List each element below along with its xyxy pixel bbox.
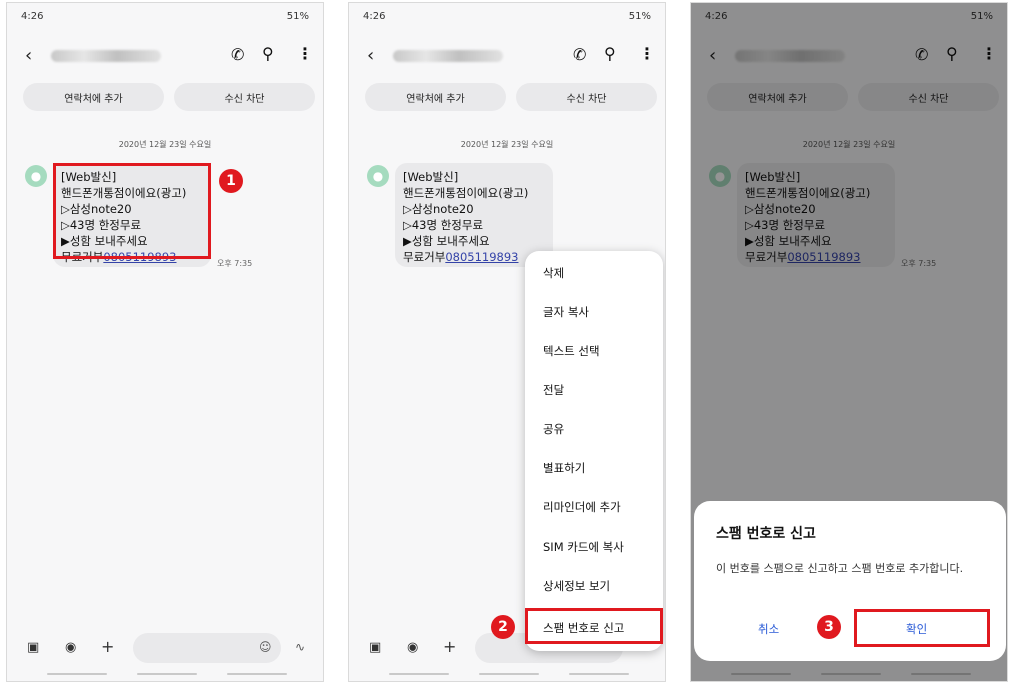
menu-item-forward[interactable]: 전달 — [543, 382, 564, 398]
status-time: 4:26 — [363, 11, 386, 22]
action-buttons: 연락처에 추가 수신 차단 — [23, 83, 315, 111]
add-contact-button[interactable]: 연락처에 추가 — [365, 83, 506, 111]
blurred-sender-name — [51, 50, 161, 62]
message-bubble[interactable]: [Web발신] 핸드폰개통점이에요(광고) ▷삼성note20 ▷43명 한정무… — [395, 163, 553, 267]
cancel-button[interactable]: 취소 — [758, 621, 779, 637]
highlight-box-3 — [854, 609, 990, 647]
search-icon[interactable]: ⚲ — [604, 44, 616, 63]
more-icon[interactable]: ⋮ — [639, 44, 655, 63]
nav-bar — [227, 673, 287, 675]
status-battery: 51% — [286, 11, 309, 22]
dialog-title: 스팸 번호로 신고 — [716, 526, 816, 542]
message-line: [Web발신] — [403, 170, 459, 184]
camera-icon[interactable]: ◉ — [407, 640, 418, 655]
message-line: ▶성함 보내주세요 — [403, 234, 490, 248]
message-line: 핸드폰개통점이에요(광고) — [403, 186, 529, 200]
search-icon[interactable]: ⚲ — [262, 44, 274, 63]
message-composer: ▣ ◉ + ☺ ∿ — [7, 631, 323, 665]
context-menu: 삭제 글자 복사 텍스트 선택 전달 공유 별표하기 리마인더에 추가 SIM … — [525, 251, 663, 651]
step-badge-3: 3 — [817, 615, 841, 639]
nav-bar — [47, 673, 107, 675]
back-icon[interactable]: ‹ — [25, 45, 32, 66]
back-icon[interactable]: ‹ — [367, 45, 374, 66]
optout-number-link[interactable]: 0805119893 — [445, 250, 518, 264]
action-buttons: 연락처에 추가 수신 차단 — [365, 83, 657, 111]
menu-item-delete[interactable]: 삭제 — [543, 265, 564, 281]
camera-icon[interactable]: ◉ — [65, 640, 76, 655]
message-line: ▷삼성note20 — [403, 202, 474, 216]
plus-icon[interactable]: + — [443, 637, 456, 656]
menu-item-add-reminder[interactable]: 리마인더에 추가 — [543, 499, 621, 515]
app-bar: ‹ ✆ ⚲ ⋮ — [7, 41, 323, 71]
voice-icon[interactable]: ∿ — [295, 640, 305, 654]
emoji-icon[interactable]: ☺ — [259, 640, 272, 654]
menu-item-select-text[interactable]: 텍스트 선택 — [543, 343, 600, 359]
menu-item-view-details[interactable]: 상세정보 보기 — [543, 578, 610, 594]
wifi-call-icon[interactable]: ✆ — [573, 45, 586, 64]
blurred-sender-name — [393, 50, 503, 62]
add-contact-button[interactable]: 연락처에 추가 — [23, 83, 164, 111]
status-battery: 51% — [628, 11, 651, 22]
app-bar: ‹ ✆ ⚲ ⋮ — [349, 41, 665, 71]
optout-label: 무료거부 — [403, 250, 446, 264]
wifi-call-icon[interactable]: ✆ — [231, 45, 244, 64]
nav-bar — [137, 673, 197, 675]
avatar: ● — [367, 165, 389, 187]
status-bar: 4:26 51% — [363, 11, 651, 25]
menu-item-share[interactable]: 공유 — [543, 421, 564, 437]
menu-item-copy-text[interactable]: 글자 복사 — [543, 304, 589, 320]
block-number-button[interactable]: 수신 차단 — [174, 83, 315, 111]
phone-screen-2: 4:26 51% ‹ ✆ ⚲ ⋮ 연락처에 추가 수신 차단 2020년 12월… — [348, 2, 666, 682]
nav-bar — [479, 673, 539, 675]
step-badge-1: 1 — [219, 169, 243, 193]
gallery-icon[interactable]: ▣ — [27, 640, 39, 655]
nav-bar — [389, 673, 449, 675]
dialog-body: 이 번호를 스팸으로 신고하고 스팸 번호로 추가합니다. — [716, 562, 964, 575]
message-line: ▷43명 한정무료 — [403, 218, 484, 232]
nav-bar — [569, 673, 629, 675]
highlight-box-1 — [53, 163, 211, 259]
step-badge-2: 2 — [491, 615, 515, 639]
status-time: 4:26 — [21, 11, 44, 22]
status-bar: 4:26 51% — [21, 11, 309, 25]
plus-icon[interactable]: + — [101, 637, 114, 656]
avatar: ● — [25, 165, 47, 187]
phone-screen-1: 4:26 51% ‹ ✆ ⚲ ⋮ 연락처에 추가 수신 차단 2020년 12월… — [6, 2, 324, 682]
date-divider: 2020년 12월 23일 수요일 — [118, 140, 212, 149]
message-time: 오후 7:35 — [217, 259, 253, 268]
menu-item-copy-to-sim[interactable]: SIM 카드에 복사 — [543, 539, 624, 555]
phone-screen-3: 4:26 51% ‹ ✆ ⚲ ⋮ 연락처에 추가 수신 차단 2020년 12월… — [690, 2, 1008, 682]
highlight-box-2 — [525, 608, 663, 644]
more-icon[interactable]: ⋮ — [297, 44, 313, 63]
gallery-icon[interactable]: ▣ — [369, 640, 381, 655]
menu-item-star[interactable]: 별표하기 — [543, 460, 585, 476]
block-number-button[interactable]: 수신 차단 — [516, 83, 657, 111]
date-divider: 2020년 12월 23일 수요일 — [460, 140, 554, 149]
